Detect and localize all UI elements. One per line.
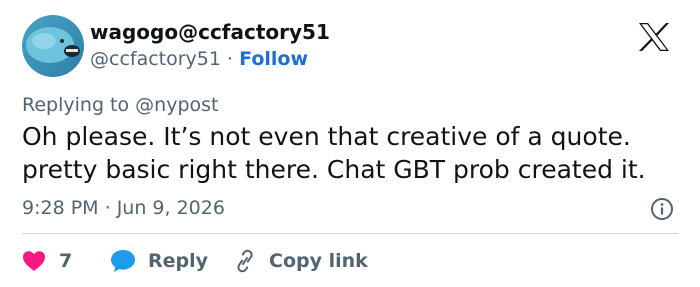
replying-mention[interactable]: @nypost — [135, 94, 218, 116]
author-display-name[interactable]: wagogo@ccfactory51 — [90, 20, 330, 44]
replying-prefix: Replying to — [22, 94, 130, 116]
replying-to: Replying to @nypost — [22, 94, 219, 116]
tweet-text: Oh please. It’s not even that creative o… — [22, 120, 692, 186]
tweet-line: Oh please. It’s not even that creative o… — [22, 122, 631, 151]
follow-button[interactable]: Follow — [239, 48, 308, 70]
tweet-date: Jun 9, 2026 — [116, 197, 225, 219]
like-button[interactable]: 7 — [22, 246, 72, 276]
speech-bubble-icon — [111, 250, 135, 272]
author-handle[interactable]: @ccfactory51 — [90, 48, 221, 70]
avatar[interactable] — [22, 15, 84, 77]
timestamp[interactable]: 9:28 PM · Jun 9, 2026 — [22, 197, 225, 219]
timestamp-separator: · — [104, 197, 111, 219]
info-icon[interactable] — [650, 197, 674, 221]
tweet-card: wagogo@ccfactory51 @ccfactory51 · Follow… — [0, 0, 700, 287]
copy-link-label: Copy link — [269, 250, 368, 272]
reply-button[interactable]: Reply — [110, 246, 208, 276]
reply-label: Reply — [148, 250, 209, 272]
link-icon — [237, 249, 253, 273]
copy-link-button[interactable]: Copy link — [232, 246, 368, 276]
author-handle-row: @ccfactory51 · Follow — [90, 48, 308, 70]
divider — [22, 233, 678, 234]
like-count: 7 — [59, 250, 73, 272]
tweet-time: 9:28 PM — [22, 197, 99, 219]
heart-icon — [23, 251, 45, 271]
tweet-line: pretty basic right there. Chat GBT prob … — [22, 155, 646, 184]
x-logo-icon[interactable] — [638, 22, 670, 52]
handle-separator: · — [227, 48, 234, 70]
